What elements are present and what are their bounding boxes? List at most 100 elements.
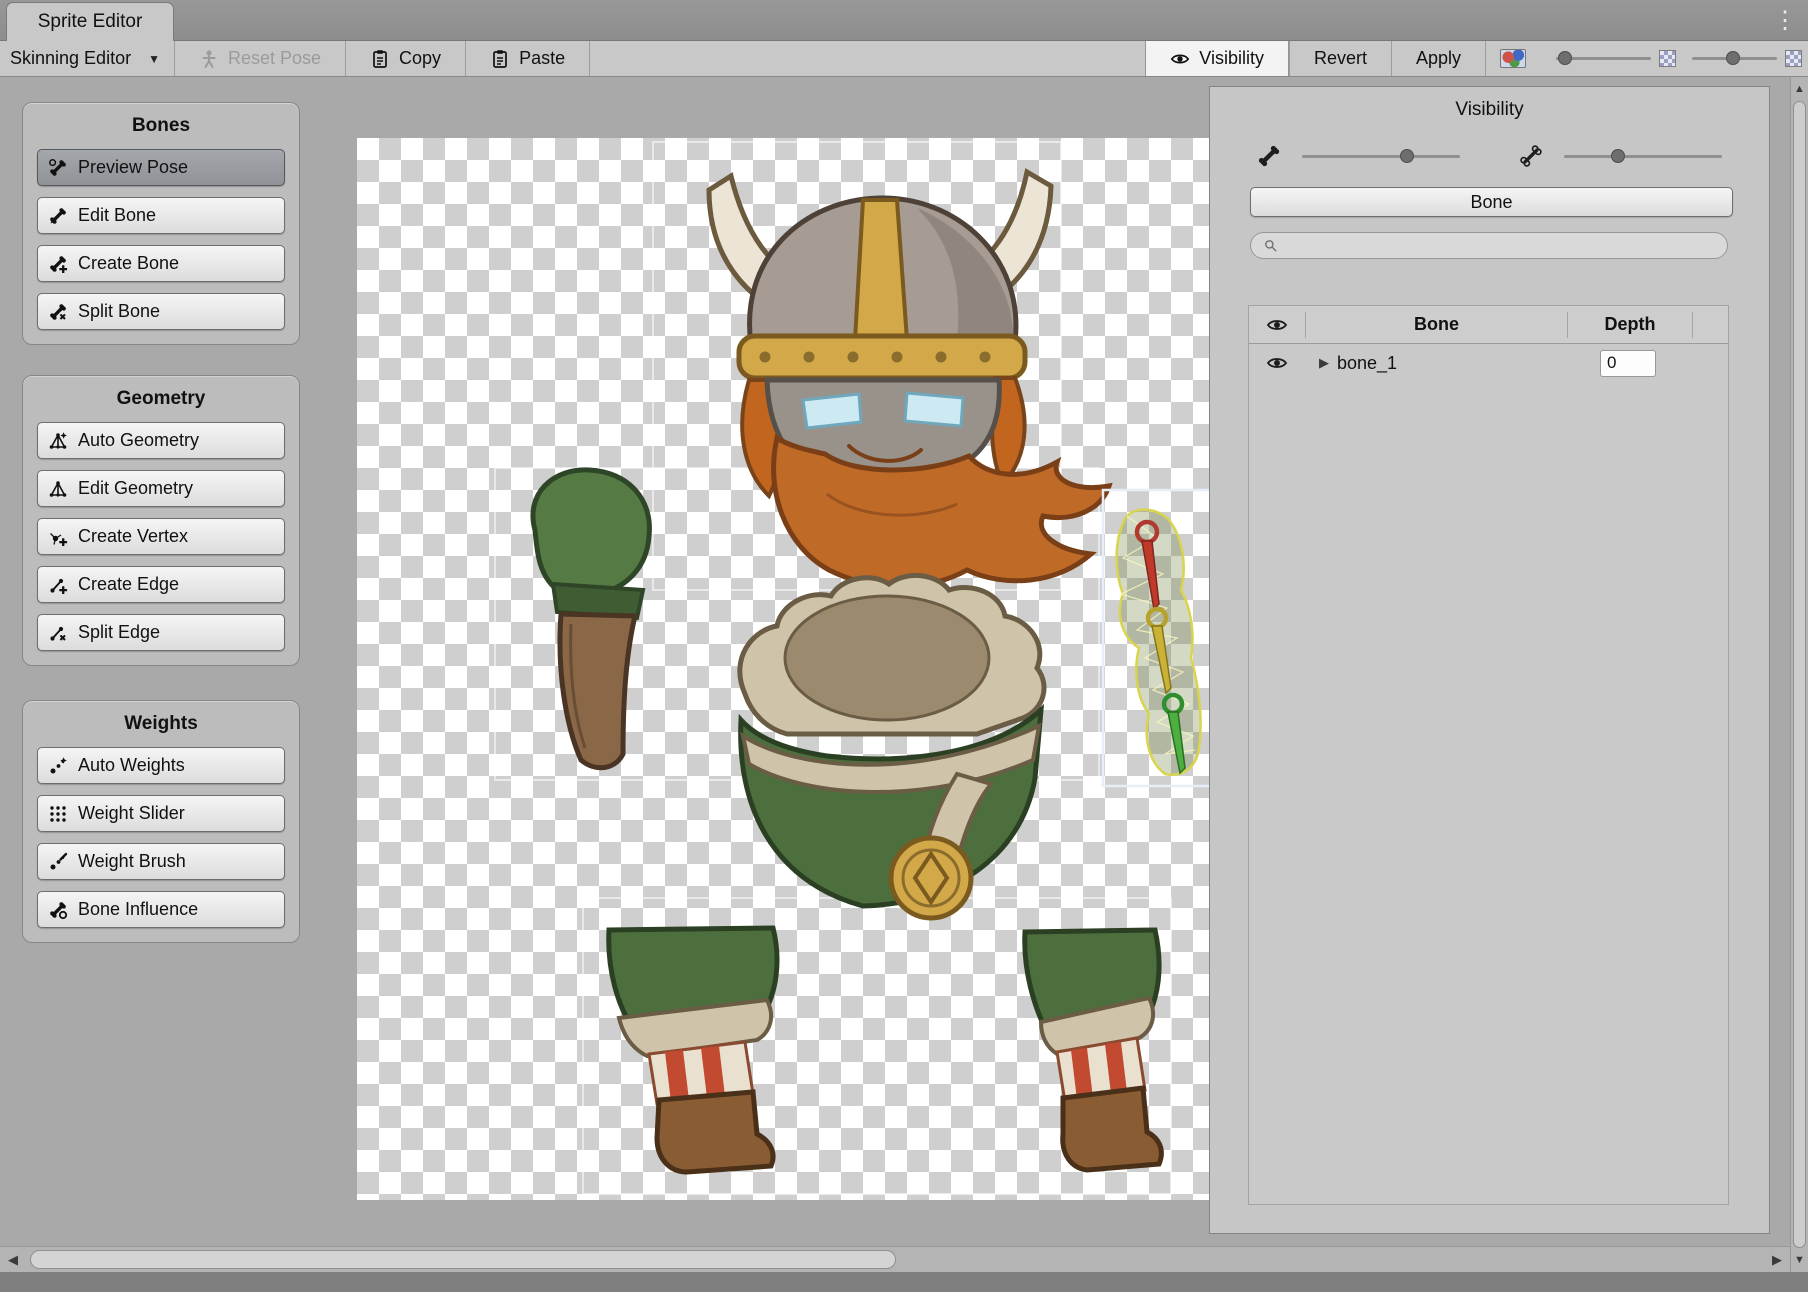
create-vertex-button[interactable]: Create Vertex: [37, 518, 285, 555]
scroll-left-arrow-icon[interactable]: ◀: [0, 1247, 26, 1272]
reset-pose-icon: [199, 49, 219, 69]
sprite-part-left-leg[interactable]: [609, 928, 777, 1172]
create-edge-icon: [48, 575, 68, 595]
disclosure-triangle-icon[interactable]: ▶: [1319, 355, 1329, 371]
row-visibility-eye-icon[interactable]: [1266, 352, 1288, 374]
visibility-column-eye-icon[interactable]: [1266, 314, 1288, 336]
preview-pose-button[interactable]: Preview Pose: [37, 149, 285, 186]
sprite-part-head[interactable]: [709, 172, 1109, 587]
bone-opacity-slider[interactable]: [1302, 155, 1460, 158]
chevron-down-icon: ▼: [148, 52, 160, 66]
create-bone-button[interactable]: Create Bone: [37, 245, 285, 282]
overlay-opacity-slider[interactable]: [1692, 57, 1777, 60]
visibility-label: Visibility: [1199, 48, 1264, 69]
skinning-mode-label: Skinning Editor: [10, 48, 131, 69]
bone-list-header: Bone Depth: [1249, 306, 1728, 344]
split-bone-button[interactable]: Split Bone: [37, 293, 285, 330]
apply-button[interactable]: Apply: [1392, 48, 1485, 69]
sprite-canvas[interactable]: [357, 138, 1209, 1200]
checker-opacity-icon: [1785, 50, 1802, 67]
bones-group-title: Bones: [23, 103, 299, 149]
tab-strip: Sprite Editor ⋮: [0, 0, 1808, 41]
sprite-part-skinned-arm[interactable]: [1103, 490, 1209, 786]
mesh-opacity-slider[interactable]: [1564, 155, 1722, 158]
weights-tool-group: Weights Auto Weights Weight Slider Weigh…: [22, 700, 300, 943]
geometry-tool-group: Geometry Auto Geometry Edit Geometry Cre…: [22, 375, 300, 666]
paste-label: Paste: [519, 48, 565, 69]
bone-outline-icon: [1518, 143, 1544, 169]
split-edge-icon: [48, 623, 68, 643]
edit-bone-button[interactable]: Edit Bone: [37, 197, 285, 234]
split-bone-icon: [48, 302, 68, 322]
copy-button[interactable]: Copy: [346, 41, 465, 76]
copy-icon: [370, 49, 390, 69]
auto-geometry-icon: [48, 431, 68, 451]
sprite-sheet-opacity-slider[interactable]: [1556, 57, 1651, 60]
weight-brush-icon: [48, 852, 68, 872]
weight-slider-icon: [48, 804, 68, 824]
search-icon: [1263, 238, 1278, 253]
create-bone-icon: [48, 254, 68, 274]
bone-list: Bone Depth ▶ bone_1: [1248, 305, 1729, 1205]
scroll-up-arrow-icon[interactable]: ▲: [1791, 79, 1808, 99]
bone-solid-icon: [1256, 143, 1282, 169]
toolbar: Skinning Editor ▼ Reset Pose Copy Paste …: [0, 41, 1808, 77]
visibility-panel-title: Visibility: [1210, 87, 1769, 131]
horizontal-scroll-thumb[interactable]: [30, 1250, 896, 1269]
create-edge-button[interactable]: Create Edge: [37, 566, 285, 603]
sprite-part-right-leg[interactable]: [1025, 930, 1162, 1170]
tab-sprite-editor[interactable]: Sprite Editor: [6, 2, 174, 41]
edit-geometry-icon: [48, 479, 68, 499]
bone-search-field[interactable]: [1250, 232, 1728, 259]
bone-influence-icon: [48, 900, 68, 920]
create-vertex-icon: [48, 527, 68, 547]
scroll-down-arrow-icon[interactable]: ▼: [1791, 1250, 1808, 1270]
auto-weights-icon: [48, 756, 68, 776]
search-input[interactable]: [1285, 237, 1715, 255]
depth-input[interactable]: [1600, 350, 1656, 377]
edit-geometry-button[interactable]: Edit Geometry: [37, 470, 285, 507]
split-edge-button[interactable]: Split Edge: [37, 614, 285, 651]
geometry-group-title: Geometry: [23, 376, 299, 422]
kebab-menu-icon[interactable]: ⋮: [1772, 4, 1798, 36]
bone-list-row[interactable]: ▶ bone_1: [1249, 344, 1728, 382]
eye-icon: [1170, 49, 1190, 69]
reset-pose-button[interactable]: Reset Pose: [175, 41, 345, 76]
paste-icon: [490, 49, 510, 69]
bones-tool-group: Bones Preview Pose Edit Bone Create Bone…: [22, 102, 300, 345]
vertical-scroll-thumb[interactable]: [1793, 101, 1806, 1248]
auto-weights-button[interactable]: Auto Weights: [37, 747, 285, 784]
bone-column-header: Bone: [1414, 314, 1459, 335]
bone-tab-button[interactable]: Bone: [1250, 187, 1733, 217]
sprite-part-mitten[interactable]: [533, 470, 649, 768]
slider-thumb[interactable]: [1726, 51, 1740, 65]
scroll-right-arrow-icon[interactable]: ▶: [1764, 1247, 1790, 1272]
toolbar-separator: [589, 41, 590, 76]
sprite-editor-window: Sprite Editor ⋮ Skinning Editor ▼ Reset …: [0, 0, 1808, 1292]
viking-sprite-sheet: [357, 138, 1209, 1200]
weight-slider-button[interactable]: Weight Slider: [37, 795, 285, 832]
paste-button[interactable]: Paste: [466, 41, 589, 76]
copy-label: Copy: [399, 48, 441, 69]
checker-opacity-icon: [1659, 50, 1676, 67]
toolbar-right-group: Visibility Revert Apply: [1145, 41, 1802, 76]
skinning-mode-dropdown[interactable]: Skinning Editor ▼: [0, 41, 174, 76]
visibility-toggle-button[interactable]: Visibility: [1145, 41, 1289, 76]
bone-influence-button[interactable]: Bone Influence: [37, 891, 285, 928]
revert-button[interactable]: Revert: [1290, 48, 1391, 69]
bone-name: bone_1: [1337, 353, 1397, 374]
weight-brush-button[interactable]: Weight Brush: [37, 843, 285, 880]
sprite-sheet-preview-icon[interactable]: [1500, 49, 1526, 68]
slider-thumb[interactable]: [1558, 51, 1572, 65]
revert-label: Revert: [1314, 48, 1367, 69]
auto-geometry-button[interactable]: Auto Geometry: [37, 422, 285, 459]
window-bottom-edge: [0, 1272, 1808, 1292]
tab-title: Sprite Editor: [38, 11, 143, 33]
sprite-part-torso[interactable]: [740, 575, 1044, 918]
reset-pose-label: Reset Pose: [228, 48, 321, 69]
vertical-scrollbar[interactable]: ▲ ▼: [1790, 77, 1808, 1272]
slider-thumb[interactable]: [1611, 149, 1625, 163]
horizontal-scrollbar[interactable]: ◀ ▶: [0, 1246, 1790, 1272]
preview-pose-icon: [48, 158, 68, 178]
slider-thumb[interactable]: [1400, 149, 1414, 163]
